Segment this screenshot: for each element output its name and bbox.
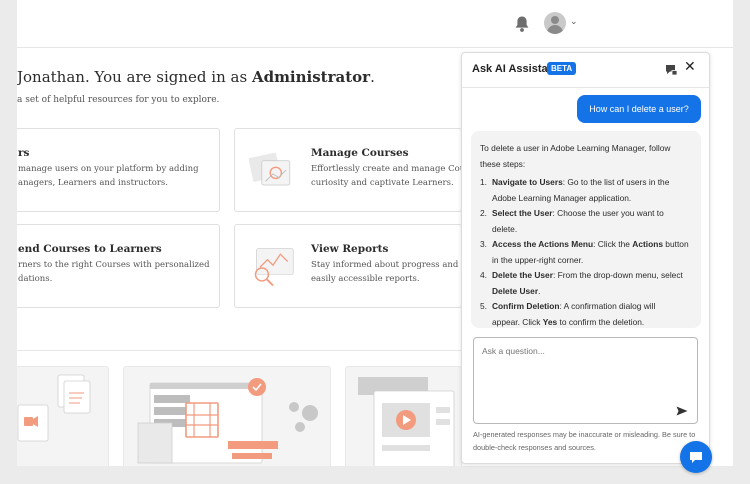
card-desc-line: rners to the right Courses with personal… <box>18 260 210 270</box>
illustration-tile <box>17 366 109 466</box>
courses-grid-illustration-icon <box>137 378 318 464</box>
question-input[interactable] <box>473 337 698 424</box>
list-item: 2. Select the User: Choose the user you … <box>480 208 664 234</box>
card-title: Manage Courses <box>311 147 409 159</box>
chat-history-icon[interactable] <box>664 63 678 77</box>
user-message: How can I delete a user? <box>577 95 701 123</box>
card-manage-users[interactable]: rs manage users on your platform by addi… <box>17 128 220 212</box>
illustration-tile <box>345 366 462 466</box>
list-item: 1. Navigate to Users: Go to the list of … <box>480 177 670 203</box>
card-desc-line: curiosity and captivate Learners. <box>311 178 454 188</box>
card-desc-line: dations. <box>18 274 53 284</box>
welcome-subtitle: a set of helpful resources for you to ex… <box>17 95 220 105</box>
send-icon[interactable] <box>676 406 688 416</box>
video-docs-illustration-icon <box>17 374 91 442</box>
user-avatar-icon[interactable] <box>544 12 566 34</box>
reports-illustration-icon <box>254 248 294 287</box>
ai-assistant-panel: Ask AI Assistant BETA ✕ How can I delete… <box>461 52 710 464</box>
card-desc-line: Stay informed about progress and perfo <box>311 260 461 270</box>
illustration-tile <box>123 366 331 466</box>
card-desc-line: anagers, Learners and instructors. <box>18 178 168 188</box>
role-name: Administrator <box>251 68 371 86</box>
section-divider <box>17 350 462 351</box>
chevron-down-icon[interactable]: ⌄ <box>570 17 578 27</box>
card-manage-courses[interactable]: Manage Courses Effortlessly create and m… <box>234 128 462 212</box>
list-item: 5. Confirm Deletion: A confirmation dial… <box>480 301 656 327</box>
card-desc-line: manage users on your platform by adding <box>18 164 199 174</box>
welcome-heading: Jonathan. You are signed in as Administr… <box>17 68 375 86</box>
chat-fab-button[interactable] <box>680 441 712 473</box>
assistant-message: To delete a user in Adobe Learning Manag… <box>471 131 701 328</box>
top-header: ⌄ <box>17 0 733 48</box>
reply-intro-line: To delete a user in Adobe Learning Manag… <box>480 143 671 153</box>
card-desc-line: Effortlessly create and manage Courses <box>311 164 461 174</box>
beta-badge: BETA <box>547 62 577 75</box>
reply-intro-line: these steps: <box>480 158 526 169</box>
card-view-reports[interactable]: View Reports Stay informed about progres… <box>234 224 462 308</box>
panel-title: Ask AI Assistant <box>472 63 558 75</box>
close-icon[interactable]: ✕ <box>684 59 696 75</box>
video-player-illustration-icon <box>358 377 455 466</box>
card-title: rs <box>18 147 30 159</box>
course-illustration-icon <box>248 152 291 186</box>
panel-divider <box>462 87 709 88</box>
list-item: 4. Delete the User: From the drop-down m… <box>480 270 683 296</box>
ai-disclaimer: AI-generated responses may be inaccurate… <box>473 430 696 452</box>
bell-icon[interactable] <box>514 15 530 33</box>
card-title: View Reports <box>311 243 389 255</box>
chat-bubble-icon <box>690 452 702 463</box>
card-recommend-courses[interactable]: end Courses to Learners rners to the rig… <box>17 224 220 308</box>
card-desc-line: easily accessible reports. <box>311 274 420 284</box>
list-item: 3. Access the Actions Menu: Click the Ac… <box>480 239 689 265</box>
card-title: end Courses to Learners <box>18 243 162 255</box>
steps-list: 1. Navigate to Users: Go to the list of … <box>480 175 691 328</box>
